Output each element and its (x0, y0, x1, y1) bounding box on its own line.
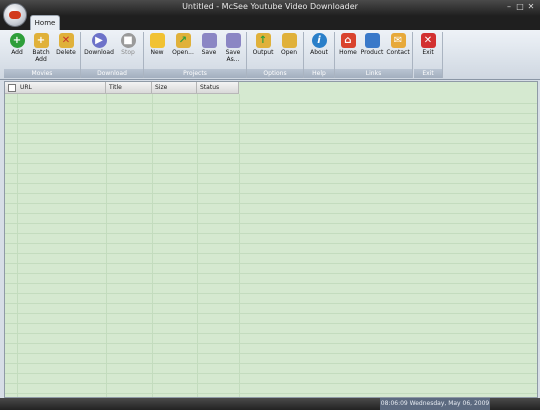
tab-strip (0, 16, 540, 30)
ribbon-group-exit: ✕ Exit Exit (414, 32, 443, 78)
column-divider (152, 94, 153, 397)
group-label-exit: Exit (414, 69, 442, 78)
group-label-movies: Movies (4, 69, 80, 78)
home-link-button[interactable]: ⌂ Home (337, 33, 359, 56)
stop-button[interactable]: ■ Stop (117, 33, 139, 56)
ribbon-group-options: ↑ Output Open Options (247, 32, 304, 78)
save-as-button[interactable]: Save As... (222, 33, 244, 63)
maximize-icon[interactable]: □ (515, 2, 525, 12)
exit-button[interactable]: ✕ Exit (417, 33, 439, 56)
column-header-status[interactable]: Status (197, 82, 239, 93)
add-icon: + (9, 33, 25, 48)
download-button[interactable]: ▶ Download (83, 33, 115, 56)
column-header-url[interactable]: URL (17, 82, 106, 93)
group-label-links: Links (335, 69, 412, 78)
title-bar: Untitled - McSee Youtube Video Downloade… (0, 0, 540, 16)
ribbon-group-projects: New ↗ Open... Save Save As... Projects (144, 32, 247, 78)
select-all-checkbox[interactable] (8, 84, 16, 92)
output-button[interactable]: ↑ Output (250, 33, 276, 56)
close-icon[interactable]: ✕ (526, 2, 536, 12)
tab-home[interactable]: Home (30, 15, 60, 31)
output-folder-icon: ↑ (255, 33, 271, 48)
delete-icon: ✕ (58, 33, 74, 48)
save-as-icon (225, 33, 241, 48)
mail-icon: ✉ (390, 33, 406, 48)
batch-add-button[interactable]: + Batch Add (29, 33, 53, 63)
ribbon-group-links: ⌂ Home Product ✉ Contact Links (335, 32, 413, 78)
app-menu-orb[interactable] (3, 3, 27, 27)
status-bar: 08:06:09 Wednesday, May 06, 2009 (0, 398, 540, 410)
column-header-size[interactable]: Size (152, 82, 197, 93)
exit-icon: ✕ (420, 33, 436, 48)
column-divider (239, 94, 240, 397)
column-header-title[interactable]: Title (106, 82, 152, 93)
delete-button[interactable]: ✕ Delete (54, 33, 78, 56)
contact-link-button[interactable]: ✉ Contact (385, 33, 411, 56)
ribbon: + Add + Batch Add ✕ Delete Movies ▶ Down… (0, 30, 540, 80)
new-project-button[interactable]: New (147, 33, 167, 56)
group-label-download: Download (81, 69, 143, 78)
open-icon (281, 33, 297, 48)
list-header: URL Title Size Status (5, 82, 239, 94)
minimize-icon[interactable]: – (504, 2, 514, 12)
window-title: Untitled - McSee Youtube Video Downloade… (182, 2, 358, 11)
ribbon-group-download: ▶ Download ■ Stop Download (81, 32, 144, 78)
download-list[interactable]: URL Title Size Status (4, 81, 538, 398)
open-project-button[interactable]: ↗ Open... (170, 33, 196, 56)
save-icon (201, 33, 217, 48)
add-button[interactable]: + Add (7, 33, 27, 56)
download-icon: ▶ (91, 33, 107, 48)
ribbon-group-movies: + Add + Batch Add ✕ Delete Movies (4, 32, 81, 78)
column-divider (106, 94, 107, 397)
stop-icon: ■ (120, 33, 136, 48)
new-file-icon (149, 33, 165, 48)
batch-add-icon: + (33, 33, 49, 48)
about-button[interactable]: i About (307, 33, 331, 56)
list-rows (5, 94, 537, 397)
open-folder-icon: ↗ (175, 33, 191, 48)
status-clock: 08:06:09 Wednesday, May 06, 2009 (380, 398, 490, 410)
info-icon: i (311, 33, 327, 48)
group-label-projects: Projects (144, 69, 246, 78)
save-button[interactable]: Save (199, 33, 219, 56)
home-icon: ⌂ (340, 33, 356, 48)
column-divider (17, 94, 18, 397)
column-divider (197, 94, 198, 397)
group-label-help: Help (304, 69, 334, 78)
ribbon-group-help: i About Help (304, 32, 335, 78)
product-link-button[interactable]: Product (360, 33, 384, 56)
group-label-options: Options (247, 69, 303, 78)
open-output-button[interactable]: Open (278, 33, 300, 56)
app-window: Untitled - McSee Youtube Video Downloade… (0, 0, 540, 410)
product-icon (364, 33, 380, 48)
